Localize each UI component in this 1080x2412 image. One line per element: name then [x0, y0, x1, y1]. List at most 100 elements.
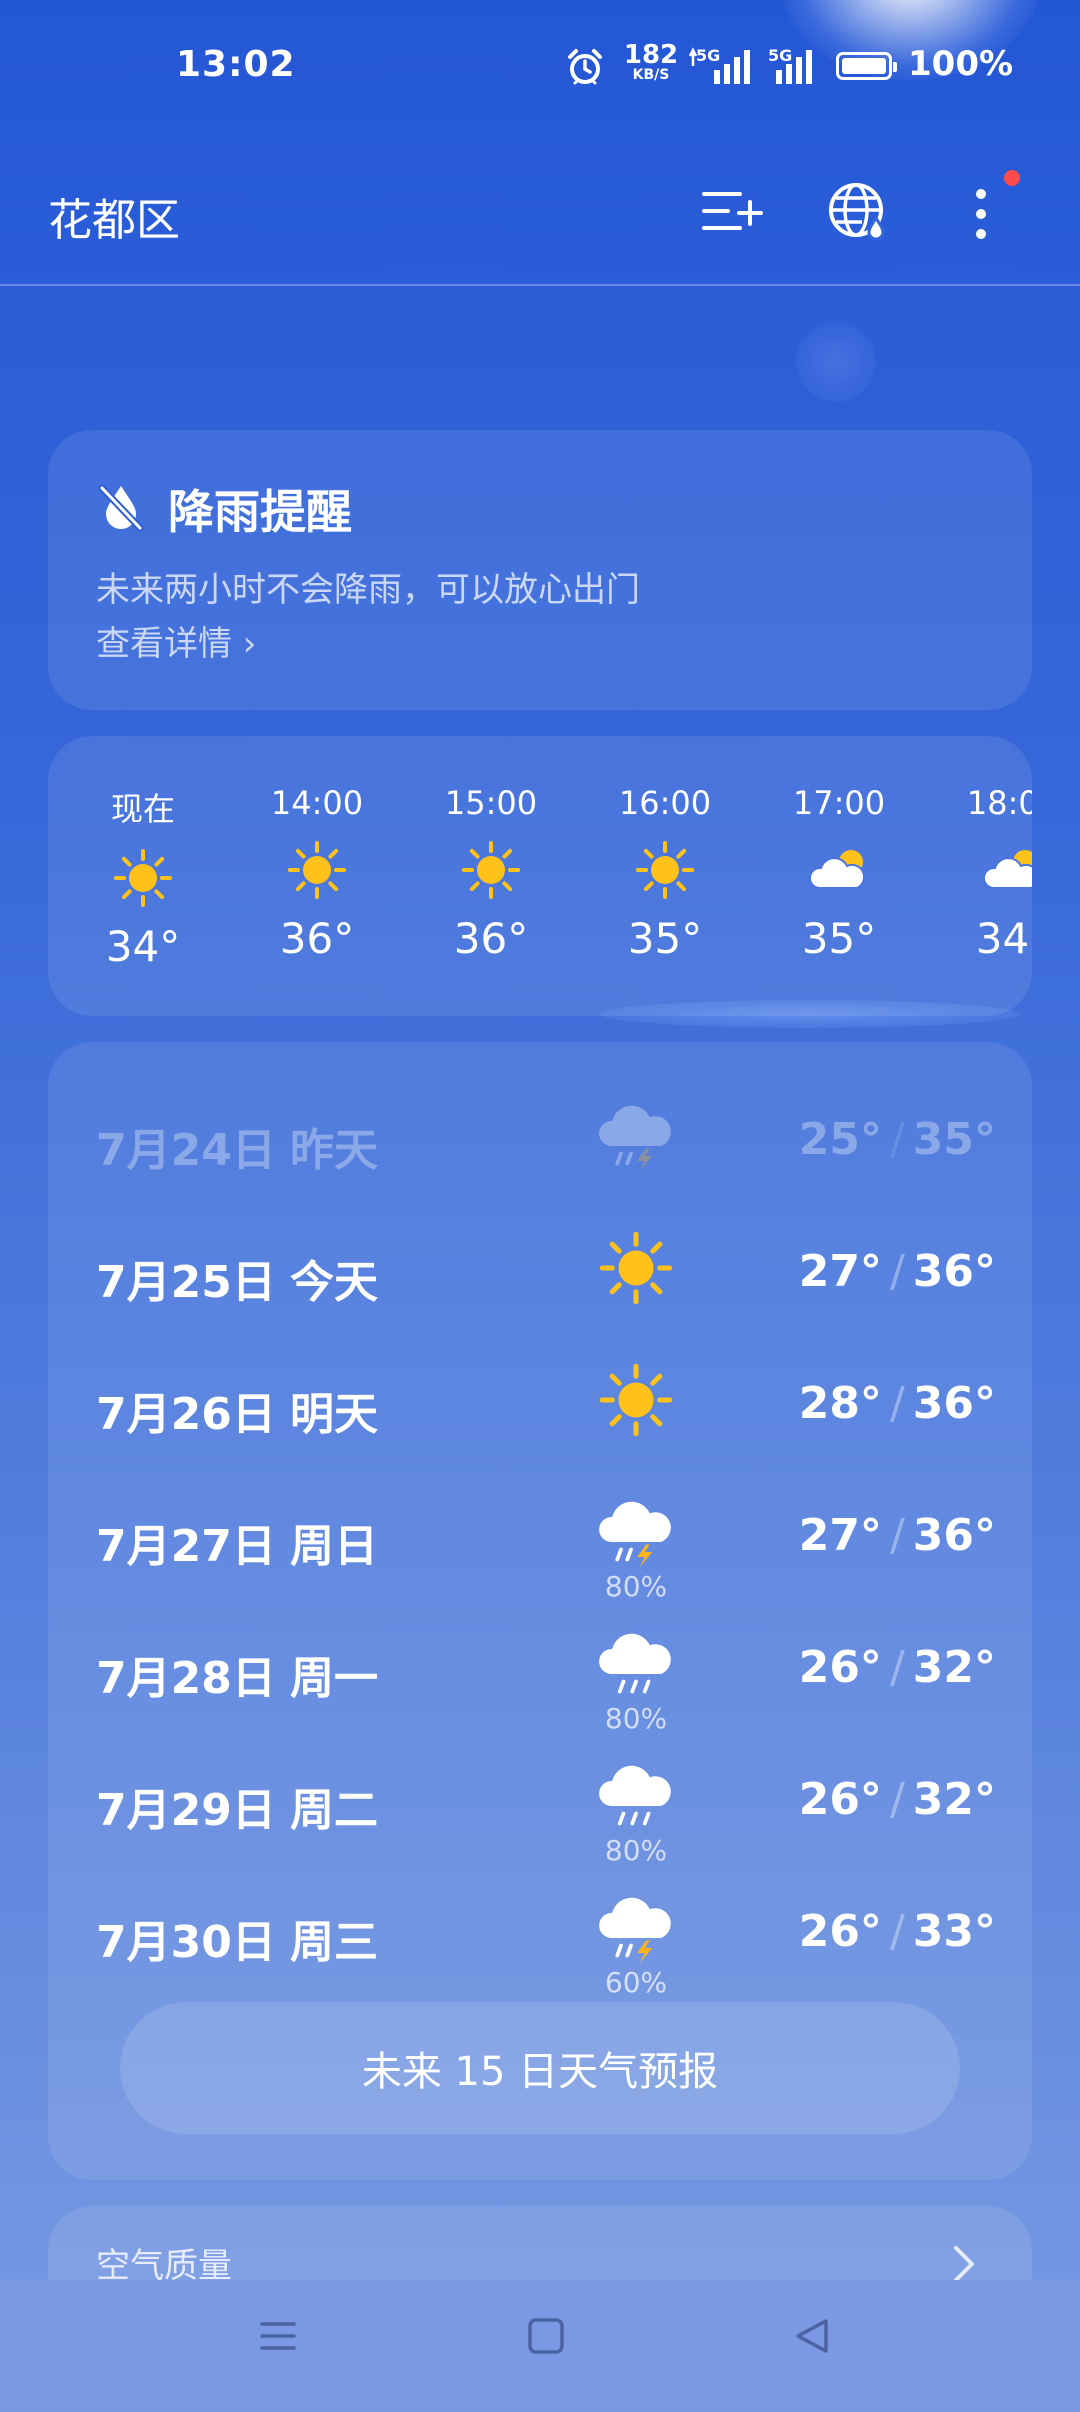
- more-icon[interactable]: [966, 180, 996, 248]
- day-label: 今天: [290, 1257, 378, 1308]
- temp-range: 26°/33°: [799, 1906, 996, 1957]
- temp-high: 36°: [912, 1510, 996, 1561]
- hour-time: 18:00: [966, 784, 1032, 822]
- hour-temp: 35°: [627, 914, 703, 963]
- temp-high: 36°: [912, 1246, 996, 1297]
- temp-low: 26°: [798, 1642, 882, 1693]
- temp-range: 25°/35°: [799, 1114, 996, 1165]
- precip-probability: 80%: [604, 1570, 668, 1603]
- daily-row[interactable]: 7月29日 周二 80% 26°/32°: [96, 1746, 996, 1867]
- day-date: 7月27日: [96, 1521, 276, 1572]
- add-city-icon[interactable]: [700, 180, 764, 248]
- temp-range: 27°/36°: [799, 1246, 996, 1297]
- hour-temp: 35°: [801, 914, 877, 963]
- hour-temp: 34°: [105, 922, 181, 971]
- temp-range: 27°/36°: [799, 1510, 996, 1561]
- day-label: 周三: [290, 1917, 378, 1968]
- back-icon[interactable]: [792, 2316, 832, 2360]
- temp-low: 28°: [798, 1378, 882, 1429]
- day-label: 周二: [290, 1785, 378, 1836]
- temp-separator: /: [889, 1906, 905, 1957]
- hour-time: 现在: [110, 790, 175, 828]
- temp-high: 32°: [912, 1774, 996, 1825]
- rain-icon: [596, 1756, 676, 1836]
- day-label: 周一: [290, 1653, 378, 1704]
- menu-icon[interactable]: [258, 2316, 298, 2360]
- hourly-forecast-card[interactable]: 现在 34° 14:00 36° 15:00 36° 16:00 35° 17:…: [48, 736, 1032, 1016]
- battery-percent: 100%: [908, 44, 1014, 84]
- temp-low: 26°: [798, 1906, 882, 1957]
- daily-row[interactable]: 7月27日 周日 80% 27°/36°: [96, 1482, 996, 1603]
- sun-icon: [416, 830, 566, 910]
- partly-cloudy-icon: [938, 830, 1032, 910]
- daily-forecast-card: 7月24日 昨天 25°/35° 7月25日 今天 27°/36° 7月26日 …: [48, 1042, 1032, 2180]
- decorative-orb: [796, 322, 876, 402]
- temp-separator: /: [889, 1378, 905, 1429]
- hour-time: 15:00: [444, 784, 538, 822]
- day-date: 7月30日: [96, 1917, 276, 1968]
- status-time: 13:02: [176, 44, 296, 85]
- signal-icon: 5G: [688, 44, 756, 92]
- hour-time: 14:00: [270, 784, 364, 822]
- precip-probability: 80%: [604, 1834, 668, 1867]
- temp-high: 32°: [912, 1642, 996, 1693]
- temp-high: 33°: [912, 1906, 996, 1957]
- temp-low: 27°: [798, 1246, 882, 1297]
- globe-rain-icon[interactable]: [826, 180, 890, 248]
- sun-icon: [596, 1228, 676, 1308]
- temp-low: 27°: [798, 1510, 882, 1561]
- rain-icon: [596, 1624, 676, 1704]
- rain-alert-title: 降雨提醒: [168, 485, 352, 539]
- daily-row[interactable]: 7月30日 周三 60% 26°/33°: [96, 1878, 996, 1999]
- temp-high: 35°: [912, 1114, 996, 1165]
- daily-row[interactable]: 7月25日 今天 27°/36°: [96, 1218, 996, 1338]
- daily-row[interactable]: 7月28日 周一 80% 26°/32°: [96, 1614, 996, 1735]
- view-details-link[interactable]: 查看详情 ›: [96, 616, 256, 665]
- hour-temp: 34°: [975, 914, 1032, 963]
- temp-range: 26°/32°: [799, 1642, 996, 1693]
- sun-icon: [596, 1360, 676, 1440]
- hourly-item: 14:00 36°: [242, 784, 392, 963]
- hourly-item: 15:00 36°: [416, 784, 566, 963]
- temp-range: 26°/32°: [799, 1774, 996, 1825]
- day-date: 7月24日: [96, 1125, 276, 1176]
- day-date: 7月25日: [96, 1257, 276, 1308]
- hourly-item: 现在 34°: [68, 784, 218, 971]
- temp-separator: /: [889, 1246, 905, 1297]
- temp-separator: /: [889, 1774, 905, 1825]
- sun-icon: [242, 830, 392, 910]
- battery-icon: [836, 52, 897, 80]
- precip-probability: 60%: [604, 1966, 668, 1999]
- hourly-item: 16:00 35°: [590, 784, 740, 963]
- status-bar: 13:02 182 KB/S 5G 5G 100%: [0, 0, 1080, 140]
- hour-temp: 36°: [279, 914, 355, 963]
- home-icon[interactable]: [526, 2316, 566, 2360]
- city-name[interactable]: 花都区: [48, 184, 180, 248]
- temp-separator: /: [889, 1114, 905, 1165]
- no-rain-drop-icon: [96, 482, 146, 536]
- network-speed: 182 KB/S: [623, 40, 679, 83]
- temp-low: 25°: [798, 1114, 882, 1165]
- thunder-rain-icon: [596, 1888, 676, 1968]
- hourly-item: 17:00 35°: [764, 784, 914, 963]
- rain-alert-description: 未来两小时不会降雨，可以放心出门: [96, 570, 640, 610]
- hour-time: 16:00: [618, 784, 712, 822]
- fifteen-day-forecast-button[interactable]: 未来 15 日天气预报: [120, 2002, 960, 2134]
- daily-row[interactable]: 7月26日 明天 28°/36°: [96, 1350, 996, 1470]
- temp-low: 26°: [798, 1774, 882, 1825]
- temp-high: 36°: [912, 1378, 996, 1429]
- daily-row[interactable]: 7月24日 昨天 25°/35°: [96, 1086, 996, 1206]
- hour-temp: 36°: [453, 914, 529, 963]
- notification-dot: [1004, 170, 1020, 186]
- day-date: 7月28日: [96, 1653, 276, 1704]
- hourly-item: 18:00 34°: [938, 784, 1032, 963]
- sun-icon: [68, 838, 218, 918]
- system-nav-bar: [0, 2280, 1080, 2412]
- day-label: 明天: [290, 1389, 378, 1440]
- rain-alert-card[interactable]: 降雨提醒 未来两小时不会降雨，可以放心出门 查看详情 ›: [48, 430, 1032, 710]
- app-header: 花都区: [0, 150, 1080, 286]
- sun-icon: [590, 830, 740, 910]
- temp-range: 28°/36°: [799, 1378, 996, 1429]
- thunder-rain-icon: [596, 1492, 676, 1572]
- signal-icon-2: 5G: [764, 44, 824, 92]
